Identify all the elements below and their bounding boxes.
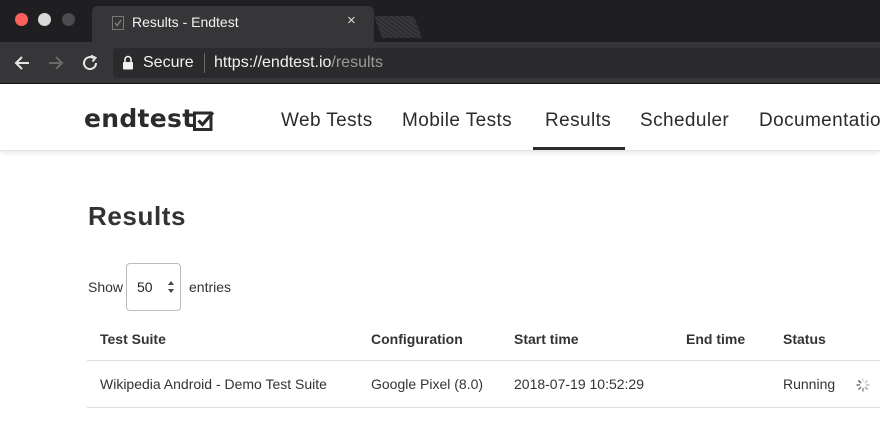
column-header-test-suite[interactable]: Test Suite [100, 331, 166, 347]
nav-documentation[interactable]: Documentation [759, 110, 880, 132]
entries-selected-value: 50 [137, 279, 153, 295]
entries-label: entries [189, 279, 232, 295]
column-header-end-time[interactable]: End time [686, 331, 745, 347]
nav-mobile-tests[interactable]: Mobile Tests [402, 110, 512, 132]
show-label: Show [88, 279, 124, 295]
column-header-status[interactable]: Status [783, 331, 826, 347]
loading-spinner-icon [856, 378, 870, 392]
column-header-configuration[interactable]: Configuration [371, 331, 463, 347]
page-title: Results [88, 201, 187, 231]
url-host: https://endtest.io [214, 54, 332, 71]
window-close-button[interactable] [15, 13, 28, 26]
cell-start-time: 2018-07-19 10:52:29 [514, 376, 644, 392]
lock-icon [123, 55, 133, 70]
window-minimize-button[interactable] [38, 13, 51, 26]
window-maximize-button[interactable] [62, 13, 75, 26]
url-separator [204, 53, 205, 73]
table-row-divider [87, 407, 880, 408]
nav-web-tests[interactable]: Web Tests [281, 110, 373, 132]
forward-arrow-icon[interactable] [45, 52, 67, 74]
back-arrow-icon[interactable] [11, 52, 33, 74]
nav-results[interactable]: Results [545, 110, 611, 132]
secure-label: Secure [143, 54, 194, 71]
reload-icon[interactable] [79, 52, 101, 74]
tab-close-icon[interactable]: × [347, 13, 356, 29]
page-favicon-icon [112, 16, 124, 30]
table-header-divider [87, 360, 880, 361]
select-arrows-icon [168, 281, 174, 293]
url-text[interactable]: https://endtest.io/results [214, 54, 383, 72]
column-header-start-time[interactable]: Start time [514, 331, 579, 347]
logo-checkbox-icon [193, 111, 214, 131]
cell-test-suite[interactable]: Wikipedia Android - Demo Test Suite [100, 376, 327, 392]
cell-status: Running [783, 376, 836, 392]
active-nav-indicator [533, 147, 625, 150]
new-tab-button[interactable] [373, 16, 423, 38]
cell-configuration: Google Pixel (8.0) [371, 376, 484, 392]
endtest-logo[interactable]: endtest [84, 104, 195, 133]
url-path: /results [331, 54, 383, 71]
tab-title: Results - Endtest [132, 14, 239, 30]
nav-scheduler[interactable]: Scheduler [640, 110, 729, 132]
